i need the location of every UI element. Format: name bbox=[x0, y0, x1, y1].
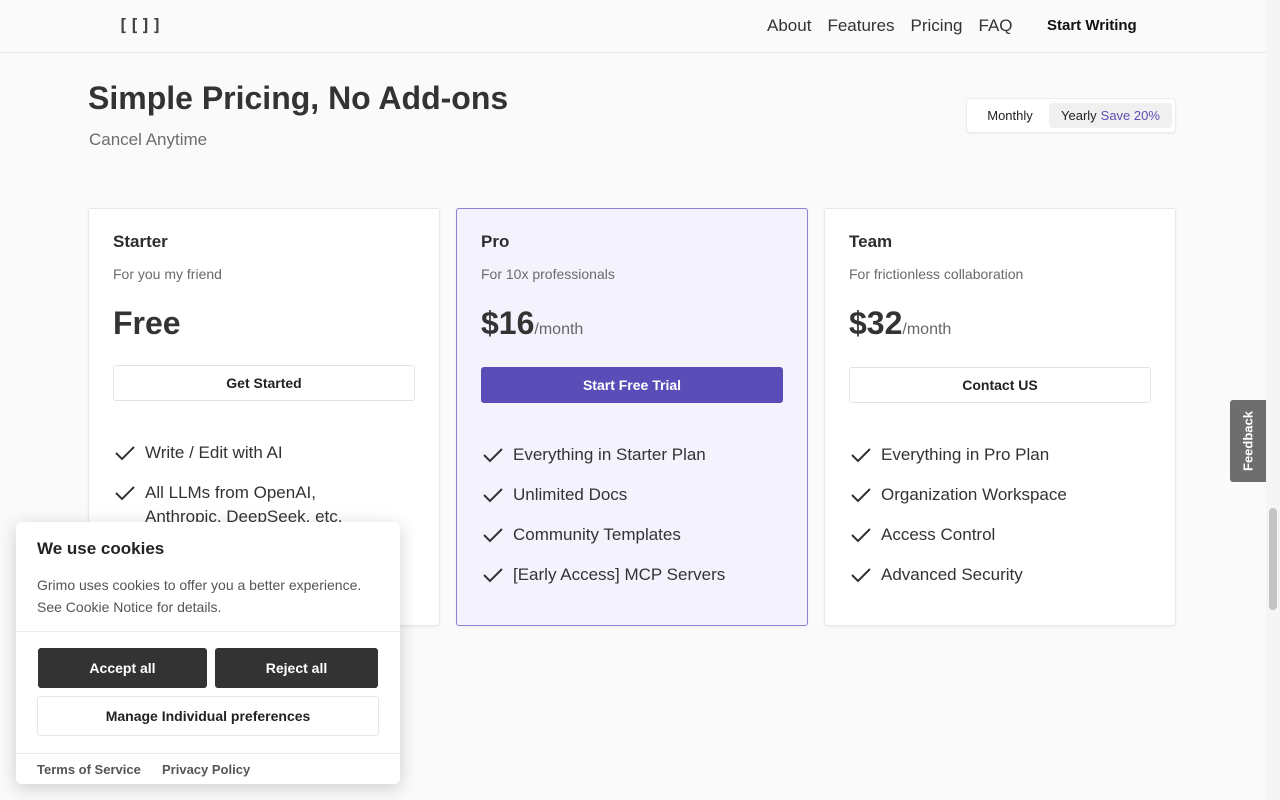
accept-all-button[interactable]: Accept all bbox=[38, 648, 207, 688]
plan-price: $16 bbox=[481, 305, 535, 341]
cookie-title: We use cookies bbox=[37, 539, 165, 558]
plan-price: Free bbox=[113, 305, 181, 341]
feature-text: All LLMs from OpenAI, Anthropic, DeepSee… bbox=[145, 483, 343, 526]
price-row: $16/month bbox=[481, 305, 583, 342]
monthly-option[interactable]: Monthly bbox=[971, 103, 1049, 128]
cookie-text: Grimo uses cookies to offer you a better… bbox=[37, 577, 362, 615]
check-icon bbox=[851, 568, 871, 583]
price-row: $32/month bbox=[849, 305, 951, 342]
save-badge: Save 20% bbox=[1100, 108, 1160, 123]
terms-of-service-link[interactable]: Terms of Service bbox=[37, 762, 141, 777]
feature-item: Community Templates bbox=[481, 523, 761, 547]
logo[interactable]: [[]] bbox=[118, 16, 163, 36]
page-scrollbar[interactable] bbox=[1266, 0, 1280, 800]
plan-card-pro: Pro For 10x professionals $16/month Star… bbox=[456, 208, 808, 626]
plan-name: Starter bbox=[113, 232, 168, 251]
start-writing-button[interactable]: Start Writing bbox=[1047, 17, 1137, 34]
contact-us-button[interactable]: Contact US bbox=[849, 367, 1151, 403]
check-icon bbox=[115, 446, 135, 461]
page-title: Simple Pricing, No Add-ons bbox=[88, 80, 509, 116]
feature-text: Write / Edit with AI bbox=[145, 443, 283, 462]
feature-text: Advanced Security bbox=[881, 565, 1023, 584]
check-icon bbox=[851, 488, 871, 503]
check-icon bbox=[483, 528, 503, 543]
feature-item: [Early Access] MCP Servers bbox=[481, 563, 761, 587]
page-subtitle: Cancel Anytime bbox=[89, 130, 208, 149]
manage-preferences-button[interactable]: Manage Individual preferences bbox=[37, 696, 379, 736]
plan-price: $32 bbox=[849, 305, 903, 341]
feature-item: Write / Edit with AI bbox=[113, 441, 393, 465]
nav-link-features[interactable]: Features bbox=[827, 16, 894, 36]
nav-link-faq[interactable]: FAQ bbox=[979, 16, 1013, 36]
price-period: /month bbox=[902, 321, 952, 338]
feature-text: Access Control bbox=[881, 525, 996, 544]
feature-item: Advanced Security bbox=[849, 563, 1129, 587]
check-icon bbox=[851, 528, 871, 543]
feature-text: [Early Access] MCP Servers bbox=[513, 565, 726, 584]
check-icon bbox=[851, 448, 871, 463]
plan-description: For 10x professionals bbox=[481, 266, 615, 282]
feature-list: Everything in Pro Plan Organization Work… bbox=[849, 443, 1129, 603]
scrollbar-thumb[interactable] bbox=[1269, 508, 1277, 610]
feature-item: Everything in Pro Plan bbox=[849, 443, 1129, 467]
cookie-consent-dialog: We use cookies Grimo uses cookies to off… bbox=[16, 522, 400, 784]
price-row: Free bbox=[113, 305, 181, 342]
feature-item: Everything in Starter Plan bbox=[481, 443, 761, 467]
feature-text: Organization Workspace bbox=[881, 485, 1067, 504]
check-icon bbox=[483, 488, 503, 503]
start-free-trial-button[interactable]: Start Free Trial bbox=[481, 367, 783, 403]
reject-all-button[interactable]: Reject all bbox=[215, 648, 378, 688]
feature-text: Everything in Pro Plan bbox=[881, 445, 1050, 464]
check-icon bbox=[483, 568, 503, 583]
plan-description: For you my friend bbox=[113, 266, 222, 282]
top-nav: [[]] About Features Pricing FAQ Start Wr… bbox=[0, 0, 1266, 53]
feedback-tab[interactable]: Feedback bbox=[1230, 400, 1266, 482]
plan-name: Team bbox=[849, 232, 893, 251]
privacy-policy-link[interactable]: Privacy Policy bbox=[162, 762, 250, 777]
nav-links: About Features Pricing FAQ bbox=[767, 16, 1013, 36]
yearly-label: Yearly bbox=[1061, 108, 1097, 123]
feature-text: Unlimited Docs bbox=[513, 485, 628, 504]
plan-description: For frictionless collaboration bbox=[849, 266, 1024, 282]
nav-link-about[interactable]: About bbox=[767, 16, 811, 36]
feature-item: Unlimited Docs bbox=[481, 483, 761, 507]
check-icon bbox=[483, 448, 503, 463]
feature-text: Community Templates bbox=[513, 525, 681, 544]
billing-toggle: Monthly Yearly Save 20% bbox=[966, 98, 1176, 133]
feedback-label: Feedback bbox=[1240, 411, 1256, 471]
get-started-button[interactable]: Get Started bbox=[113, 365, 415, 401]
feature-list: Everything in Starter Plan Unlimited Doc… bbox=[481, 443, 761, 603]
feature-item: Organization Workspace bbox=[849, 483, 1129, 507]
price-period: /month bbox=[534, 321, 584, 338]
nav-link-pricing[interactable]: Pricing bbox=[911, 16, 963, 36]
yearly-option[interactable]: Yearly Save 20% bbox=[1049, 103, 1172, 128]
divider bbox=[16, 753, 400, 754]
check-icon bbox=[115, 486, 135, 501]
feature-text: Everything in Starter Plan bbox=[513, 445, 706, 464]
plan-name: Pro bbox=[481, 232, 510, 251]
feature-item: Access Control bbox=[849, 523, 1129, 547]
divider bbox=[16, 631, 400, 632]
plan-card-team: Team For frictionless collaboration $32/… bbox=[824, 208, 1176, 626]
